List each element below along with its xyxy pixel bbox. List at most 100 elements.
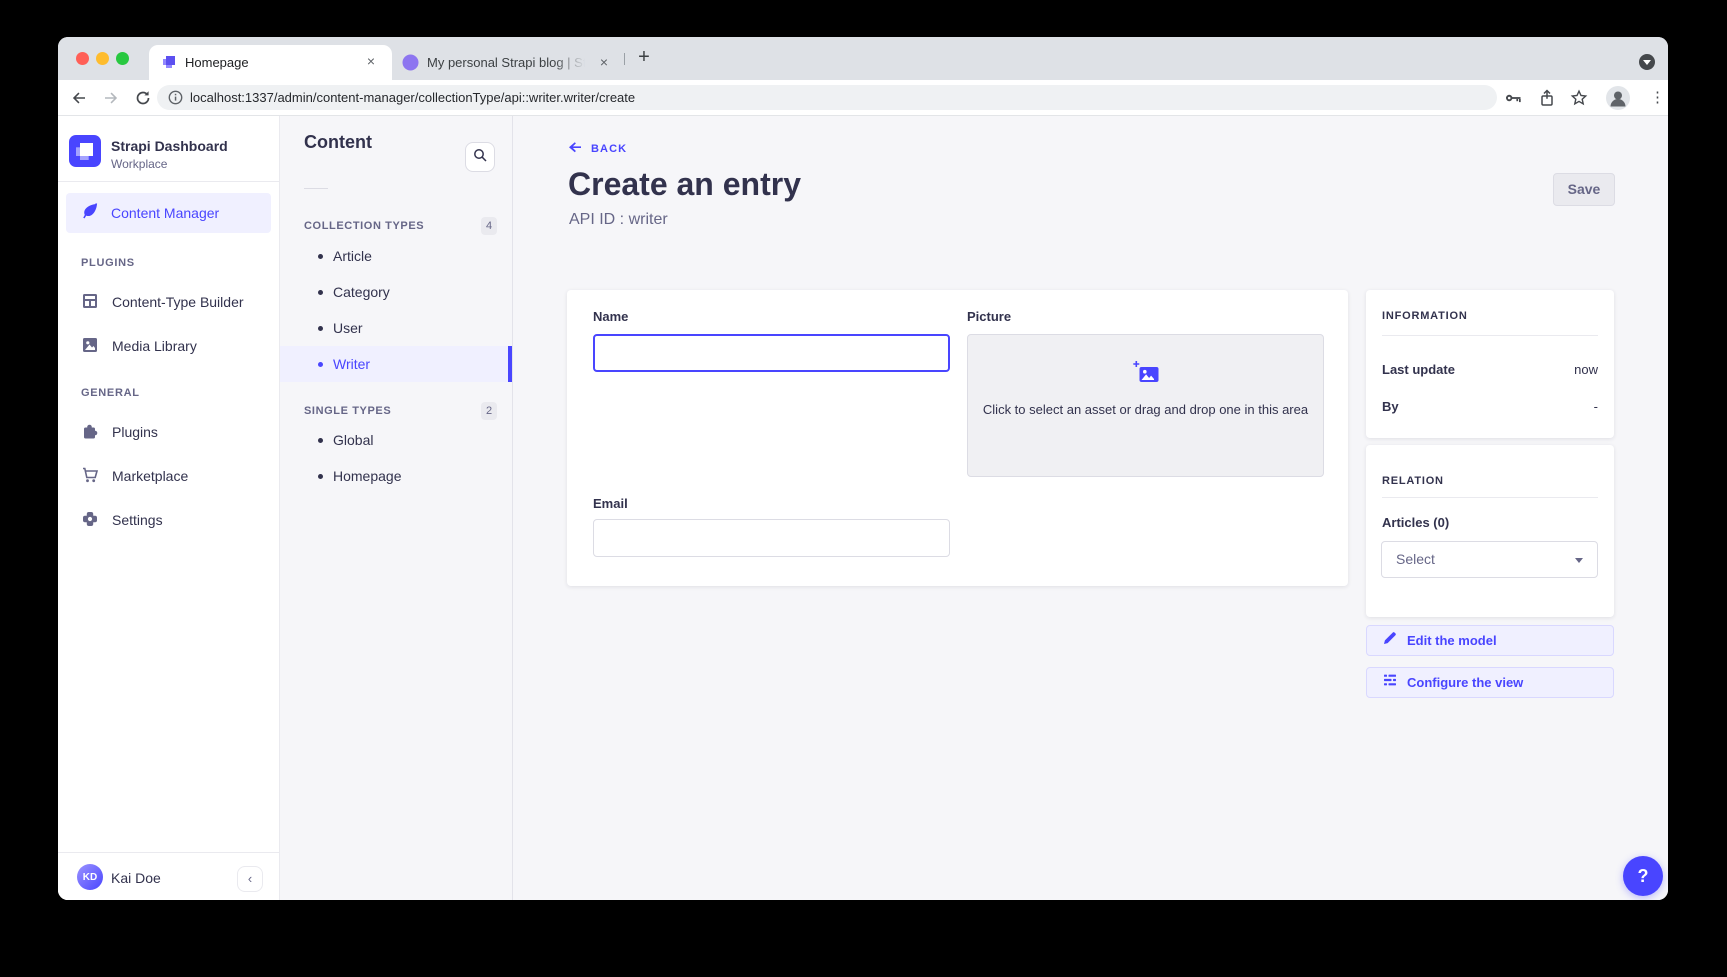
sidebar-item-label: Media Library — [112, 338, 197, 354]
last-update-row: Last update now — [1382, 362, 1598, 377]
info-icon[interactable] — [168, 90, 183, 110]
layout-icon — [81, 292, 99, 313]
edit-model-button[interactable]: Edit the model — [1366, 625, 1614, 656]
picture-dropzone-hint: Click to select an asset or drag and dro… — [981, 401, 1311, 418]
forward-nav-icon[interactable] — [102, 89, 120, 112]
help-button[interactable]: ? — [1623, 856, 1663, 896]
subnav-item-user[interactable]: User — [280, 310, 512, 346]
subnav-item-label: Article — [333, 238, 372, 274]
information-header: INFORMATION — [1382, 310, 1468, 322]
browser-window: Homepage × My personal Strapi blog | Str… — [58, 37, 1668, 900]
divider — [304, 188, 328, 189]
close-window-button[interactable] — [76, 52, 89, 65]
sidebar-item-content-type-builder[interactable]: Content-Type Builder — [58, 280, 279, 324]
tab-strip: Homepage × My personal Strapi blog | Str… — [58, 37, 1668, 80]
sidebar-item-media-library[interactable]: Media Library — [58, 324, 279, 368]
divider — [58, 181, 279, 182]
divider — [1382, 497, 1598, 498]
minimize-window-button[interactable] — [96, 52, 109, 65]
bullet-icon — [318, 290, 323, 295]
back-label: BACK — [591, 143, 627, 155]
tab-title: Homepage — [185, 55, 249, 70]
tab-divider — [624, 53, 625, 65]
divider — [1382, 335, 1598, 336]
content-subnav: Content COLLECTION TYPES 4 Article Categ… — [280, 116, 513, 900]
name-input[interactable] — [593, 334, 950, 372]
subnav-item-global[interactable]: Global — [280, 422, 512, 458]
tab-homepage[interactable]: Homepage × — [149, 45, 392, 80]
cart-icon — [81, 466, 99, 487]
chevron-down-icon — [1643, 60, 1651, 65]
address-bar[interactable]: localhost:1337/admin/content-manager/col… — [157, 85, 1497, 110]
tab-strapi-blog[interactable]: My personal Strapi blog | Strap × — [394, 45, 622, 80]
last-update-label: Last update — [1382, 362, 1455, 377]
subnav-item-label: Homepage — [333, 458, 402, 494]
articles-select[interactable]: Select — [1381, 541, 1598, 578]
strapi-favicon-icon — [161, 54, 177, 75]
name-label: Name — [593, 309, 628, 324]
subnav-item-writer[interactable]: Writer — [280, 346, 512, 382]
bullet-icon — [318, 438, 323, 443]
subnav-title: Content — [304, 132, 372, 153]
tab-title: My personal Strapi blog | Strap — [427, 55, 585, 70]
group-label-collection-types: COLLECTION TYPES — [304, 217, 424, 235]
media-icon — [81, 336, 99, 357]
new-tab-button[interactable]: + — [633, 47, 655, 69]
back-nav-icon[interactable] — [70, 89, 88, 112]
browser-menu-icon[interactable]: ⋮ — [1650, 87, 1665, 109]
strapi-logo-icon[interactable] — [69, 135, 101, 172]
bullet-icon — [318, 254, 323, 259]
tab-close-icon[interactable]: × — [596, 55, 612, 71]
group-label-single-types: SINGLE TYPES — [304, 402, 391, 420]
tab-close-icon[interactable]: × — [363, 54, 379, 70]
picture-label: Picture — [967, 309, 1011, 324]
sidebar-item-label: Settings — [112, 512, 163, 528]
articles-relation-label: Articles (0) — [1382, 515, 1449, 530]
brand-title: Strapi Dashboard — [111, 138, 228, 154]
search-icon — [473, 148, 487, 167]
zoom-window-button[interactable] — [116, 52, 129, 65]
strapi-admin: Strapi Dashboard Workplace Content Manag… — [58, 116, 1668, 900]
share-icon[interactable] — [1538, 89, 1556, 112]
user-name: Kai Doe — [111, 870, 161, 886]
bullet-icon — [318, 362, 323, 367]
back-link[interactable]: BACK — [568, 141, 627, 156]
sidebar-item-settings[interactable]: Settings — [58, 498, 279, 542]
subnav-item-article[interactable]: Article — [280, 238, 512, 274]
search-tabs-button[interactable] — [1639, 54, 1655, 70]
puzzle-icon — [81, 422, 99, 443]
entry-form-card: Name Picture Click to select an asset or… — [567, 290, 1348, 586]
by-value: - — [1594, 399, 1598, 414]
save-button[interactable]: Save — [1553, 173, 1615, 206]
chevron-down-icon — [1575, 558, 1583, 563]
main-content: BACK Create an entry API ID : writer Sav… — [513, 116, 1668, 900]
user-avatar[interactable]: KD — [77, 864, 103, 890]
configure-view-label: Configure the view — [1407, 675, 1523, 690]
back-arrow-icon — [568, 141, 582, 156]
email-input[interactable] — [593, 519, 950, 557]
reload-icon[interactable] — [134, 89, 152, 112]
by-label: By — [1382, 399, 1399, 414]
configure-view-button[interactable]: Configure the view — [1366, 667, 1614, 698]
gear-icon — [81, 510, 99, 531]
last-update-value: now — [1574, 362, 1598, 377]
page-title: Create an entry — [568, 166, 801, 203]
browser-profile-avatar[interactable] — [1606, 86, 1630, 110]
sidebar-item-label: Content-Type Builder — [112, 294, 244, 310]
pen-icon — [80, 202, 98, 225]
sidebar-item-content-manager[interactable]: Content Manager — [66, 193, 271, 233]
bullet-icon — [318, 326, 323, 331]
information-panel: INFORMATION Last update now By - — [1366, 290, 1614, 438]
sidebar-item-marketplace[interactable]: Marketplace — [58, 454, 279, 498]
picture-dropzone[interactable]: Click to select an asset or drag and dro… — [967, 334, 1324, 477]
subnav-item-homepage[interactable]: Homepage — [280, 458, 512, 494]
subnav-item-category[interactable]: Category — [280, 274, 512, 310]
divider — [58, 852, 279, 853]
sidebar-item-label: Plugins — [112, 424, 158, 440]
password-key-icon[interactable] — [1504, 89, 1522, 112]
search-button[interactable] — [465, 142, 495, 172]
bookmark-star-icon[interactable] — [1570, 89, 1588, 112]
sidebar-item-plugins[interactable]: Plugins — [58, 410, 279, 454]
subnav-item-label: Category — [333, 274, 390, 310]
collapse-sidebar-button[interactable]: ‹ — [237, 866, 263, 892]
